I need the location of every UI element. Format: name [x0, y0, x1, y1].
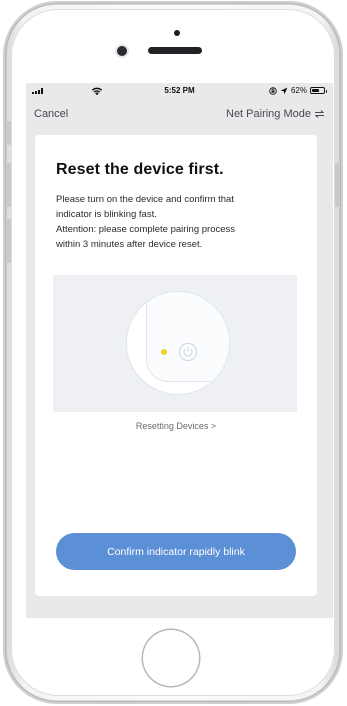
device-body: [146, 292, 229, 382]
nav-bar: Cancel Net Pairing Mode: [26, 103, 333, 125]
rotation-lock-icon: [269, 86, 277, 95]
indicator-light: [161, 349, 167, 355]
device-illustration: [53, 275, 297, 412]
battery-level: [312, 89, 319, 92]
cancel-button[interactable]: Cancel: [34, 108, 68, 120]
switch-arrows-icon: [314, 110, 325, 118]
status-right-group: 62%: [269, 86, 327, 95]
power-side-button: [335, 163, 339, 207]
power-icon: [179, 343, 197, 361]
earpiece-speaker: [148, 47, 202, 54]
device-closeup-circle: [127, 292, 229, 394]
device-frame: 5:52 PM 62% Cancel Net Pairing Mode Rese…: [0, 0, 347, 706]
location-arrow-icon: [280, 87, 288, 94]
reset-instructions-card: Reset the device first. Please turn on t…: [35, 135, 317, 596]
net-pairing-mode-button[interactable]: Net Pairing Mode: [226, 108, 325, 120]
front-camera: [117, 46, 127, 56]
instructions-text: Please turn on the device and confirm th…: [56, 192, 306, 252]
resetting-devices-link[interactable]: Resetting Devices >: [35, 421, 317, 431]
instruction-line: within 3 minutes after device reset.: [56, 239, 203, 250]
battery-percent: 62%: [290, 86, 307, 95]
confirm-indicator-button[interactable]: Confirm indicator rapidly blink: [56, 533, 296, 570]
home-button[interactable]: [143, 630, 199, 686]
proximity-sensor: [174, 30, 180, 36]
instruction-line: Please turn on the device and confirm th…: [56, 194, 234, 205]
battery-cap: [325, 89, 327, 93]
instruction-line: indicator is blinking fast.: [56, 209, 157, 220]
page-title: Reset the device first.: [56, 161, 224, 178]
net-pairing-mode-label: Net Pairing Mode: [226, 108, 311, 120]
instruction-line: Attention: please complete pairing proce…: [56, 224, 236, 235]
battery-icon: [310, 87, 327, 94]
app-screen: 5:52 PM 62% Cancel Net Pairing Mode Rese…: [26, 83, 333, 618]
status-bar: 5:52 PM 62%: [26, 83, 333, 99]
